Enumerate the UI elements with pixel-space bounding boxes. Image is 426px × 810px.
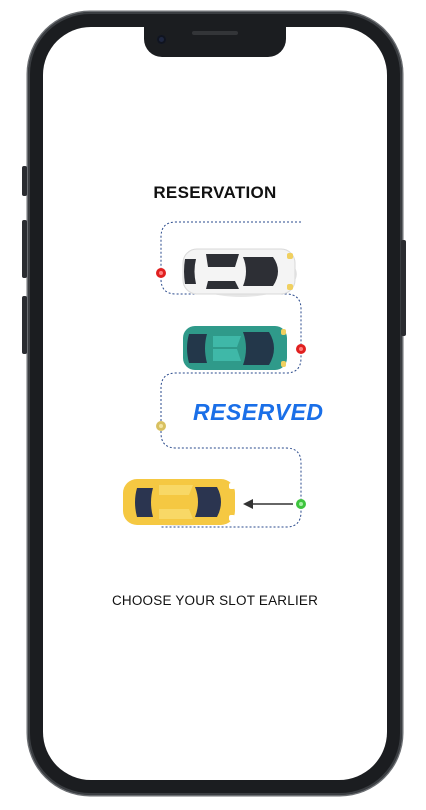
tagline: CHOOSE YOUR SLOT EARLIER — [111, 593, 319, 608]
yellow-car-icon — [123, 479, 235, 526]
screen: RESERVATION RESERVED CHOOSE YOUR SLOT EA… — [43, 27, 387, 780]
arrow-left-icon — [243, 499, 293, 509]
silent-switch — [22, 166, 27, 196]
phone-frame: RESERVATION RESERVED CHOOSE YOUR SLOT EA… — [22, 12, 406, 795]
reserved-badge: RESERVED — [193, 399, 324, 425]
power-button — [401, 240, 406, 336]
volume-up-button — [22, 220, 27, 278]
volume-down-button — [22, 296, 27, 354]
teal-car-icon — [183, 326, 287, 370]
white-car-icon — [182, 248, 297, 297]
